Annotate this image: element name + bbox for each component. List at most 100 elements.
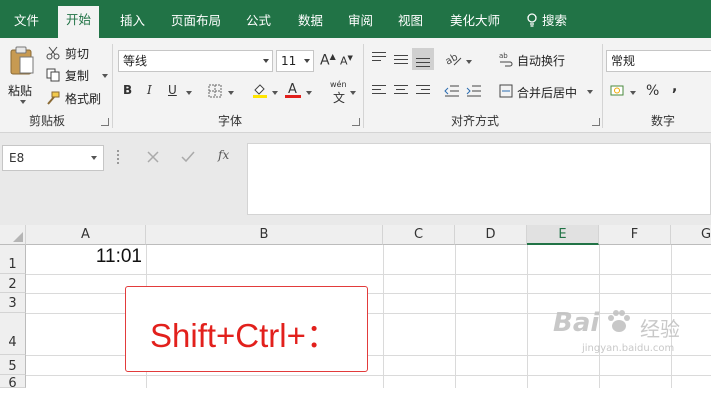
column-header[interactable]: B: [146, 225, 383, 245]
font-size-select[interactable]: 11: [276, 50, 314, 72]
merge-dropdown-arrow: [587, 90, 593, 94]
font-launcher-icon[interactable]: [352, 118, 360, 126]
group-separator: [602, 44, 603, 128]
increase-indent-icon[interactable]: [466, 85, 482, 97]
svg-text:ab: ab: [444, 52, 460, 67]
align-right-icon[interactable]: [416, 85, 430, 97]
enter-checkmark-icon[interactable]: [181, 151, 195, 163]
tab-insert[interactable]: 插入: [112, 8, 153, 38]
merge-center-label: 合并后居中: [517, 86, 578, 100]
align-top-icon[interactable]: [372, 52, 386, 64]
chevron-down-icon: [304, 59, 310, 63]
baidu-paw-icon: [608, 310, 630, 332]
borders-dropdown-arrow[interactable]: [228, 91, 234, 95]
gridline: [455, 245, 456, 388]
tab-review[interactable]: 审阅: [340, 8, 381, 38]
percent-style-button[interactable]: %: [646, 83, 659, 99]
clipboard-group-label: 剪贴板: [29, 114, 66, 128]
gridline: [527, 245, 528, 388]
wrap-text-label: 自动换行: [517, 54, 566, 68]
borders-icon[interactable]: [208, 84, 222, 98]
tab-page-layout[interactable]: 页面布局: [163, 8, 229, 38]
ribbon-home: 粘贴 剪切 复制 格式刷 剪贴板 等线 11 A▲ A▼ B I U A wén…: [0, 38, 711, 133]
paste-label: 粘贴: [8, 84, 33, 98]
tab-file[interactable]: 文件: [6, 8, 47, 38]
text-orientation-icon[interactable]: ab: [444, 51, 462, 67]
underline-button[interactable]: U: [168, 83, 177, 97]
paste-dropdown-arrow: [20, 100, 26, 104]
tab-home[interactable]: 开始: [58, 6, 100, 38]
tab-data[interactable]: 数据: [290, 8, 331, 38]
row-header[interactable]: 6: [0, 375, 26, 391]
align-center-icon[interactable]: [394, 85, 408, 97]
text-orientation-dropdown-arrow[interactable]: [466, 60, 472, 64]
fill-color-dropdown-arrow[interactable]: [272, 91, 278, 95]
italic-button[interactable]: I: [147, 83, 152, 97]
drag-handle-icon[interactable]: [117, 150, 119, 164]
phonetic-char-icon: 文: [333, 91, 346, 105]
alignment-launcher-icon[interactable]: [592, 118, 600, 126]
increase-font-button[interactable]: A▲: [320, 52, 336, 69]
formula-input[interactable]: [247, 143, 711, 215]
row-header[interactable]: 3: [0, 293, 26, 313]
tell-me-search[interactable]: 搜索: [518, 8, 575, 38]
wrap-text-button[interactable]: ab 自动换行: [499, 51, 579, 69]
chevron-down-icon: [91, 156, 97, 160]
ribbon-tab-bar: 文件 开始 插入 页面布局 公式 数据 审阅 视图 美化大师 搜索: [0, 0, 711, 38]
phonetic-button[interactable]: wén 文: [330, 80, 350, 105]
paste-button[interactable]: 粘贴: [6, 44, 38, 104]
cut-button[interactable]: 剪切: [46, 44, 96, 62]
underline-dropdown-arrow[interactable]: [186, 91, 192, 95]
cancel-icon[interactable]: [147, 151, 159, 163]
merge-cells-icon: [499, 84, 513, 98]
column-header[interactable]: A: [26, 225, 146, 245]
phonetic-dropdown-arrow[interactable]: [350, 91, 356, 95]
select-all-triangle-icon: [13, 232, 23, 242]
tab-view[interactable]: 视图: [390, 8, 431, 38]
comma-style-button[interactable]: ,: [672, 79, 677, 95]
format-painter-button[interactable]: 格式刷: [46, 89, 108, 107]
accounting-dropdown-arrow[interactable]: [630, 91, 636, 95]
number-format-select[interactable]: 常规: [606, 50, 711, 72]
align-bottom-button[interactable]: [412, 48, 434, 70]
align-middle-icon[interactable]: [394, 55, 408, 67]
font-name-select[interactable]: 等线: [118, 50, 273, 72]
fill-color-icon[interactable]: [252, 82, 268, 98]
scissors-icon: [46, 46, 60, 60]
row-header[interactable]: 4: [0, 313, 26, 355]
name-box[interactable]: E8: [2, 145, 104, 171]
bold-button[interactable]: B: [123, 83, 132, 97]
font-color-button[interactable]: A: [285, 80, 301, 98]
cell-a1[interactable]: 11:01: [26, 246, 142, 268]
gridline: [26, 375, 711, 376]
number-group-label: 数字: [651, 114, 676, 128]
column-header[interactable]: F: [599, 225, 671, 245]
tab-formulas[interactable]: 公式: [238, 8, 279, 38]
select-all-corner[interactable]: [0, 225, 26, 245]
tab-beautify-master[interactable]: 美化大师: [442, 8, 508, 38]
merge-center-button[interactable]: 合并后居中: [499, 83, 597, 101]
row-header[interactable]: 5: [0, 355, 26, 375]
accounting-format-icon[interactable]: [610, 84, 626, 98]
copy-button[interactable]: 复制: [46, 66, 108, 84]
align-left-icon[interactable]: [372, 85, 386, 97]
copy-dropdown-arrow: [102, 74, 108, 78]
search-label: 搜索: [541, 13, 567, 28]
font-color-dropdown-arrow[interactable]: [306, 91, 312, 95]
row-header[interactable]: 1: [0, 245, 26, 274]
copy-icon: [46, 68, 60, 82]
shortcut-callout-text: Shift+Ctrl+：: [150, 317, 339, 354]
column-header[interactable]: D: [455, 225, 527, 245]
decrease-font-button[interactable]: A▼: [340, 54, 353, 68]
insert-function-button[interactable]: fx: [218, 148, 229, 162]
column-header[interactable]: C: [383, 225, 455, 245]
phonetic-pinyin-icon: wén: [330, 80, 347, 89]
svg-text:ab: ab: [499, 52, 508, 60]
decrease-indent-icon[interactable]: [444, 85, 460, 97]
column-header[interactable]: G: [671, 225, 711, 245]
formula-bar: E8 fx: [0, 133, 711, 225]
clipboard-launcher-icon[interactable]: [101, 118, 109, 126]
row-header[interactable]: 2: [0, 274, 26, 293]
column-header-selected[interactable]: E: [527, 225, 599, 245]
worksheet-grid[interactable]: A B C D E F G 1 2 3 4 5 6 11:01 Shift+Ct…: [0, 225, 711, 391]
